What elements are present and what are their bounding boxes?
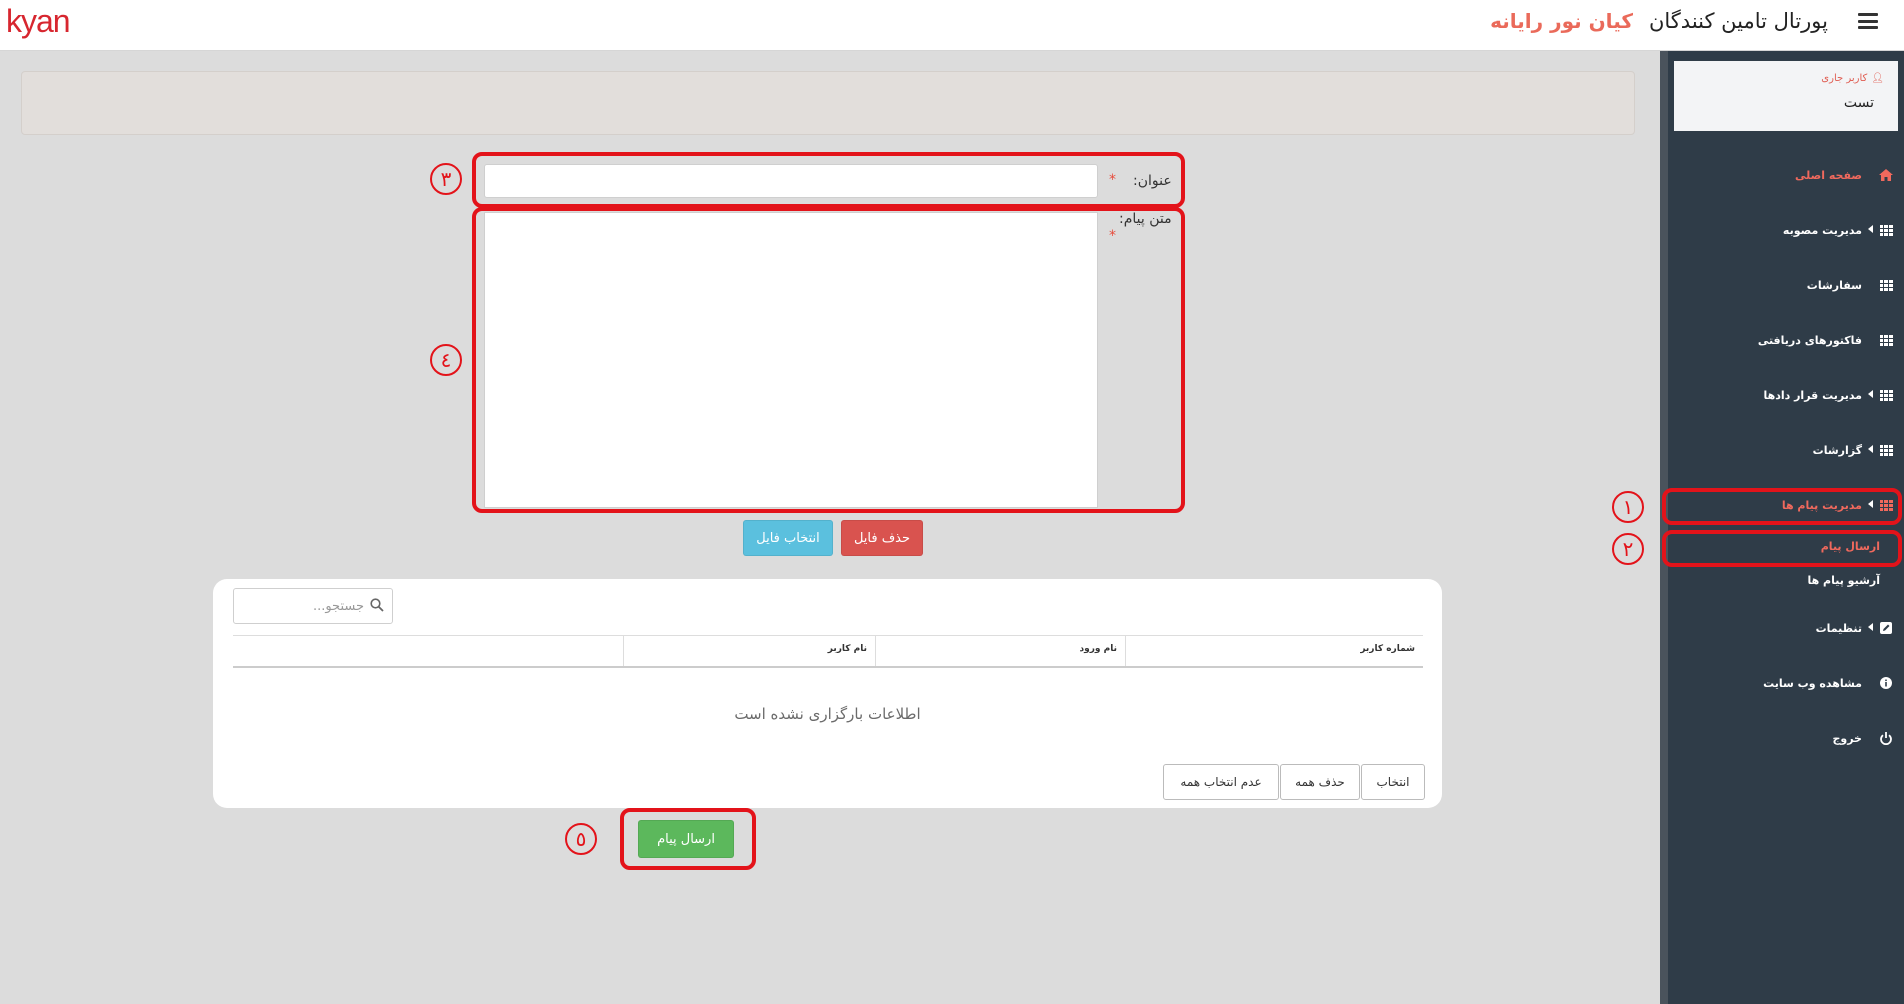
search-input[interactable]: جستجو... <box>313 599 364 614</box>
sidebar-item-orders[interactable]: سفارشات <box>1668 272 1904 298</box>
annotation-box-send-submenu <box>1662 530 1902 567</box>
chevron-left-icon <box>1868 445 1873 453</box>
grid-icon <box>1876 224 1896 236</box>
annotation-number-5: ٥ <box>565 823 597 855</box>
annotation-box-message <box>472 207 1185 513</box>
table-header: شماره کاربر نام ورود نام کاربر <box>233 635 1423 668</box>
deselect-all-button[interactable]: عدم انتخاب همه <box>1163 764 1279 800</box>
logo: kyan <box>6 3 71 39</box>
chevron-left-icon <box>1868 623 1873 631</box>
grid-icon <box>1876 279 1896 291</box>
current-user-label: 👤︎کاربر جاری <box>1821 73 1884 84</box>
sidebar-divider <box>1660 51 1668 1004</box>
annotation-number-2: ٢ <box>1612 533 1644 565</box>
grid-icon <box>1876 334 1896 346</box>
recipients-panel: جستجو... شماره کاربر نام ورود نام کاربر … <box>213 579 1442 808</box>
sidebar-item-view-website[interactable]: مشاهده وب سایت <box>1668 670 1904 696</box>
edit-icon <box>1876 622 1896 634</box>
sidebar-item-approval[interactable]: مدیریت مصوبه <box>1668 217 1904 243</box>
top-bar: kyan پورتال تامین کنندگان کیان نور رایان… <box>0 0 1904 51</box>
sidebar-item-reports[interactable]: گزارشات <box>1668 437 1904 463</box>
select-button[interactable]: انتخاب <box>1361 764 1425 800</box>
chevron-left-icon <box>1868 390 1873 398</box>
portal-title: پورتال تامین کنندگان <box>1648 9 1828 33</box>
column-header-user-number[interactable]: شماره کاربر <box>1125 636 1423 666</box>
info-icon <box>1876 677 1896 689</box>
current-user-box: 👤︎کاربر جاری تست <box>1674 61 1898 131</box>
header-title-group: پورتال تامین کنندگان کیان نور رایانه <box>1490 9 1878 33</box>
column-header-empty <box>233 636 623 666</box>
current-user-name: تست <box>1843 95 1874 111</box>
grid-icon <box>1876 444 1896 456</box>
sidebar-item-contracts[interactable]: مدیریت قرار دادها <box>1668 382 1904 408</box>
annotation-box-send <box>620 808 756 870</box>
delete-all-button[interactable]: حذف همه <box>1280 764 1360 800</box>
sidebar-subitem-message-archive[interactable]: آرشیو پیام ها <box>1668 568 1904 592</box>
sidebar: 👤︎کاربر جاری تست صفحه اصلی مدیریت مصوبه … <box>1660 51 1904 1004</box>
user-icon: 👤︎ <box>1871 73 1884 84</box>
annotation-box-title <box>472 152 1185 208</box>
annotation-number-3: ٣ <box>430 163 462 195</box>
column-header-login-name[interactable]: نام ورود <box>875 636 1125 666</box>
delete-file-button[interactable]: حذف فایل <box>841 520 923 556</box>
search-icon <box>370 597 384 616</box>
empty-table-message: اطلاعات بارگزاری نشده است <box>734 705 921 723</box>
search-box[interactable]: جستجو... <box>233 588 393 624</box>
annotation-number-1: ١ <box>1612 491 1644 523</box>
menu-icon[interactable] <box>1858 13 1878 29</box>
sidebar-item-logout[interactable]: خروج <box>1668 725 1904 751</box>
home-icon <box>1876 169 1896 181</box>
annotation-box-messages-menu <box>1662 488 1902 525</box>
annotation-number-4: ٤ <box>430 344 462 376</box>
power-icon <box>1876 731 1896 745</box>
brand-name: کیان نور رایانه <box>1490 9 1633 33</box>
sidebar-item-settings[interactable]: تنظیمات <box>1668 615 1904 641</box>
choose-file-button[interactable]: انتخاب فایل <box>743 520 833 556</box>
sidebar-item-invoices[interactable]: فاکتورهای دریافتی <box>1668 327 1904 353</box>
sidebar-item-home[interactable]: صفحه اصلی <box>1668 162 1904 188</box>
alert-area <box>21 71 1635 135</box>
chevron-left-icon <box>1868 225 1873 233</box>
column-header-user-name[interactable]: نام کاربر <box>623 636 875 666</box>
grid-icon <box>1876 389 1896 401</box>
